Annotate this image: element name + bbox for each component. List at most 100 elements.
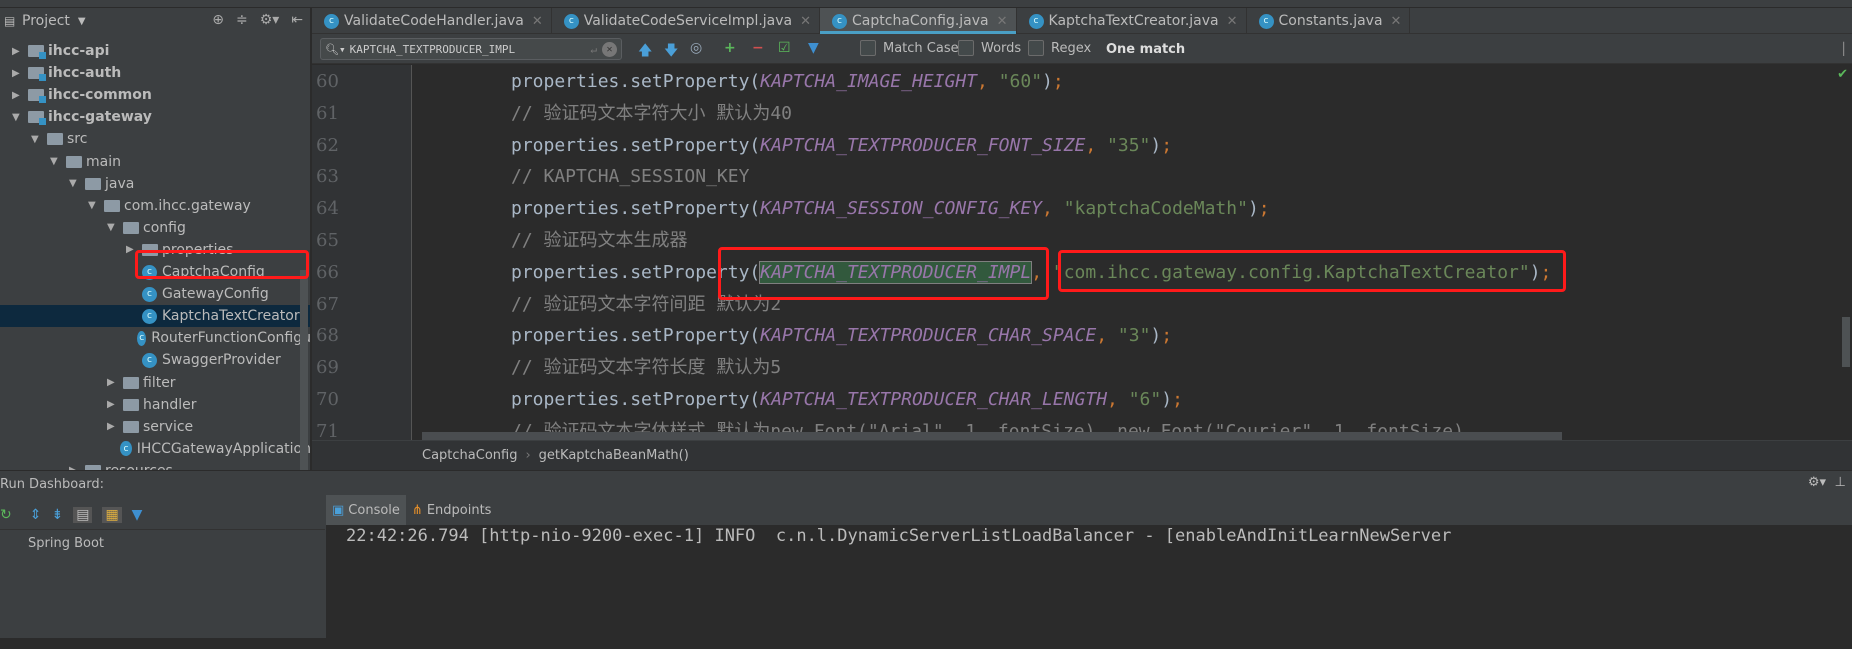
tree-item-label: KaptchaTextCreator [162, 308, 300, 325]
tree-item[interactable]: c GatewayConfig [0, 283, 310, 305]
select-all-occurrences-icon[interactable]: ☑ [778, 40, 791, 56]
tree-item[interactable]: c KaptchaTextCreator [0, 305, 310, 328]
tree-item[interactable]: ▼ com.ihcc.gateway [0, 195, 310, 217]
locate-icon[interactable]: ⊕ [212, 12, 224, 28]
close-icon[interactable]: ✕ [532, 14, 543, 29]
run-tree-item-spring-boot[interactable]: Spring Boot [28, 536, 104, 551]
code-line[interactable]: // KAPTCHA_SESSION_KEY [511, 162, 749, 192]
chevron-down-icon[interactable]: ▼ [69, 178, 81, 189]
close-icon[interactable]: ✕ [1227, 14, 1238, 29]
show-config-icon[interactable]: ▦ [102, 507, 122, 523]
clear-icon[interactable]: ✕ [602, 41, 617, 57]
tab-file[interactable]: c CaptchaConfig.java ✕ [820, 8, 1017, 35]
chevron-right-icon[interactable]: ▶ [107, 377, 119, 388]
close-icon[interactable]: ✕ [1391, 14, 1402, 29]
tree-item[interactable]: c SwaggerProvider [0, 349, 310, 371]
tree-item[interactable]: c CaptchaConfig [0, 261, 310, 283]
editor-horizontal-scrollbar[interactable] [422, 432, 1562, 440]
project-scrollbar[interactable] [300, 270, 308, 470]
code-line[interactable]: properties.setProperty(KAPTCHA_TEXTPRODU… [511, 258, 1551, 288]
tab-file[interactable]: c ValidateCodeHandler.java ✕ [312, 8, 552, 34]
code-editor[interactable]: ✔ properties.setProperty(KAPTCHA_IMAGE_H… [412, 65, 1852, 440]
chevron-down-icon[interactable]: ▼ [107, 222, 119, 233]
line-number: 63 [316, 166, 339, 188]
folder-icon [66, 155, 82, 168]
chevron-right-icon[interactable]: ▶ [12, 68, 24, 79]
minimize-icon[interactable]: ⊥ [1835, 475, 1846, 490]
chevron-right-icon[interactable]: ▶ [12, 90, 24, 101]
collapse-all-icon[interactable]: ⇟ [51, 507, 63, 523]
chevron-down-icon[interactable]: ▼ [12, 112, 24, 123]
filter-icon[interactable]: ▼ [808, 40, 819, 56]
tree-item[interactable]: c RouterFunctionConfigu [0, 327, 310, 349]
tree-item[interactable]: c IHCCGatewayApplication [0, 438, 310, 460]
chevron-down-icon[interactable]: ▼ [31, 134, 43, 145]
tab-file[interactable]: c ValidateCodeServiceImpl.java ✕ [552, 8, 821, 34]
code-line[interactable]: // 验证码文本生成器 [511, 226, 688, 256]
code-line[interactable]: properties.setProperty(KAPTCHA_TEXTPRODU… [511, 131, 1172, 161]
code-line[interactable]: properties.setProperty(KAPTCHA_TEXTPRODU… [511, 385, 1183, 415]
words-checkbox[interactable]: Words [958, 40, 1021, 56]
match-case-checkbox[interactable]: Match Case [860, 40, 959, 56]
chevron-down-icon[interactable]: ▼ [88, 200, 100, 211]
project-view-selector[interactable]: Project [22, 13, 70, 29]
class-icon: c [324, 13, 339, 29]
tree-item[interactable]: ▶ handler [0, 394, 310, 416]
code-line[interactable]: // 验证码文本字符间距 默认为2 [511, 290, 781, 320]
line-number: 67 [316, 293, 339, 315]
tree-item[interactable]: ▶ ihcc-common [0, 84, 310, 106]
chevron-right-icon[interactable]: ▶ [107, 421, 119, 432]
rerun-icon[interactable]: ↻ [0, 507, 12, 523]
tree-item[interactable]: ▶ service [0, 416, 310, 438]
tab-file[interactable]: c Constants.java ✕ [1247, 8, 1411, 34]
code-line[interactable]: properties.setProperty(KAPTCHA_TEXTPRODU… [511, 321, 1172, 351]
tab-console[interactable]: ▣ Console [326, 495, 406, 525]
chevron-down-icon[interactable]: ▼ [78, 16, 86, 27]
add-selection-icon[interactable]: + [724, 40, 736, 56]
code-line[interactable]: // 验证码文本字符长度 默认为5 [511, 353, 781, 383]
tab-endpoints[interactable]: ⋔ Endpoints [406, 495, 498, 525]
tree-item[interactable]: ▶ ihcc-auth [0, 62, 310, 84]
gear-icon[interactable]: ⚙▾ [1808, 475, 1826, 490]
editor-tabs: c ValidateCodeHandler.java ✕ c ValidateCodeS… [312, 8, 1852, 35]
tab-file[interactable]: c KaptchaTextCreator.java ✕ [1017, 8, 1247, 34]
previous-occurrence-icon[interactable]: 🡅 [638, 40, 652, 64]
tree-item[interactable]: ▼ config [0, 217, 310, 239]
close-find-icon[interactable]: ▕ [1835, 42, 1844, 56]
editor-scrollbar[interactable] [1842, 317, 1850, 367]
close-icon[interactable]: ✕ [997, 14, 1008, 29]
code-paren: ) [1042, 71, 1053, 92]
code-line[interactable]: properties.setProperty(KAPTCHA_IMAGE_HEI… [511, 67, 1064, 97]
tree-item[interactable]: ▶ properties [0, 239, 310, 261]
chevron-down-icon[interactable]: ▼ [50, 156, 62, 167]
next-occurrence-icon[interactable]: 🡇 [664, 40, 678, 64]
tree-item[interactable]: ▼ ihcc-gateway [0, 106, 310, 128]
tree-item[interactable]: ▼ src [0, 128, 310, 150]
breadcrumb-class[interactable]: CaptchaConfig [422, 448, 517, 463]
tree-item[interactable]: ▼ java [0, 173, 310, 195]
tree-item-label: ihcc-common [48, 87, 152, 104]
hide-panel-icon[interactable]: ⇤ [291, 12, 303, 28]
tree-item[interactable]: ▼ main [0, 151, 310, 173]
tree-item[interactable]: ▶ ihcc-api [0, 40, 310, 62]
tree-item[interactable]: ▶resources [0, 460, 310, 470]
filter-icon[interactable]: ▼ [132, 507, 143, 523]
chevron-right-icon[interactable]: ▶ [12, 46, 24, 57]
expand-all-icon[interactable]: ⇕ [30, 507, 42, 523]
chevron-right-icon[interactable]: ▶ [126, 244, 138, 255]
tree-item[interactable]: ▶ filter [0, 372, 310, 394]
code-line[interactable]: properties.setProperty(KAPTCHA_SESSION_C… [511, 194, 1270, 224]
collapse-all-icon[interactable]: ≑ [236, 12, 248, 28]
group-by-icon[interactable]: ▤ [73, 507, 93, 523]
tree-item-label: java [105, 175, 135, 192]
search-input[interactable]: 🔍︎▾ KAPTCHA_TEXTPRODUCER_IMPL ↵ ✕ [320, 38, 622, 60]
find-all-icon[interactable]: ◎ [690, 40, 702, 56]
regex-checkbox[interactable]: Regex [1028, 40, 1091, 56]
chevron-right-icon[interactable]: ▶ [107, 399, 119, 410]
close-icon[interactable]: ✕ [800, 14, 811, 29]
module-icon [28, 89, 46, 104]
breadcrumb-method[interactable]: getKaptchaBeanMath() [539, 448, 689, 463]
code-line[interactable]: // 验证码文本字符大小 默认为40 [511, 99, 792, 129]
gear-icon[interactable]: ⚙▾ [260, 12, 280, 28]
remove-selection-icon[interactable]: − [752, 40, 764, 56]
